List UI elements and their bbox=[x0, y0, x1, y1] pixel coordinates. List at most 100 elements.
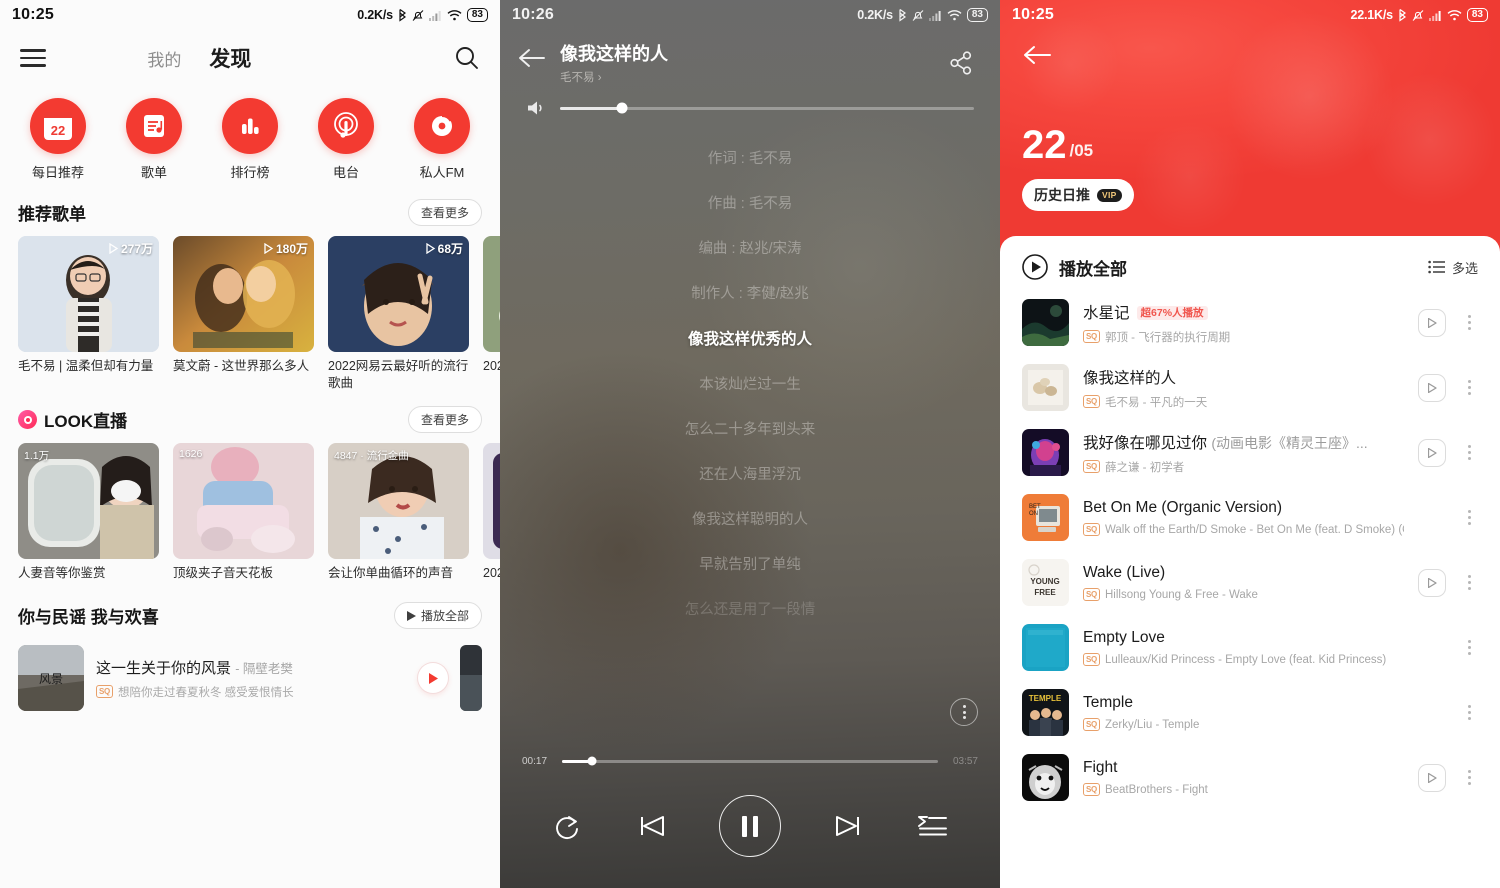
view-more-button[interactable]: 查看更多 bbox=[407, 406, 482, 433]
previous-track-icon[interactable] bbox=[637, 811, 667, 841]
repeat-icon[interactable] bbox=[552, 810, 584, 842]
playlist-title: 2022流行歌曲 bbox=[483, 359, 500, 373]
song-more-options-icon[interactable] bbox=[1460, 445, 1478, 460]
song-list-item[interactable]: Fight SQ BeatBrothers - Fight bbox=[1000, 745, 1500, 810]
song-list-item[interactable]: BET ON Bet On Me (Organic Version) SQ Wal… bbox=[1000, 485, 1500, 550]
back-arrow-icon[interactable] bbox=[1000, 30, 1500, 66]
back-arrow-icon[interactable] bbox=[518, 40, 552, 68]
network-speed: 0.2K/s bbox=[357, 8, 393, 22]
lyric-line: 像我这样聪明的人 bbox=[692, 512, 808, 528]
lyrics-panel[interactable]: 作词 : 毛不易 作曲 : 毛不易 编曲 : 赵兆/宋涛 制作人 : 李健/赵兆… bbox=[500, 117, 1000, 619]
multi-select-button[interactable]: 多选 bbox=[1428, 258, 1478, 277]
player-controls bbox=[500, 795, 1000, 857]
playlist-title: 2022网易云最好听的流行歌曲 bbox=[328, 359, 469, 390]
wifi-icon bbox=[1447, 9, 1462, 21]
album-art: TEMPLE bbox=[1022, 689, 1069, 736]
song-list-item[interactable]: Empty Love SQ Lulleaux/Kid Princess - Em… bbox=[1000, 615, 1500, 680]
playlist-card-row[interactable]: 277万 毛不易 | 温柔但却有力量 180万 莫文蔚 - 这世界那么多人 68… bbox=[0, 236, 500, 392]
next-track-icon[interactable] bbox=[833, 811, 863, 841]
song-more-options-icon[interactable] bbox=[1460, 575, 1478, 590]
total-time: 03:57 bbox=[952, 756, 978, 767]
battery-indicator: 83 bbox=[1466, 8, 1488, 22]
progress-knob[interactable] bbox=[587, 756, 597, 766]
view-more-button[interactable]: 查看更多 bbox=[407, 199, 482, 226]
song-title-text: 像我这样的人 bbox=[1083, 369, 1177, 387]
shortcut-rankings[interactable]: 排行榜 bbox=[210, 98, 290, 181]
share-icon[interactable] bbox=[948, 40, 978, 76]
song-list-item[interactable]: 像我这样的人 SQ 毛不易 - 平凡的一天 bbox=[1000, 355, 1500, 420]
lyric-line: 本该灿烂过一生 bbox=[699, 377, 801, 393]
song-play-button[interactable] bbox=[1418, 763, 1446, 792]
song-meta: Fight SQ BeatBrothers - Fight bbox=[1083, 759, 1404, 796]
song-title-text: Empty Love bbox=[1083, 629, 1165, 646]
album-art: YOUNG FREE bbox=[1022, 559, 1069, 606]
shortcut-label: 排行榜 bbox=[230, 165, 270, 180]
song-list-item[interactable]: 我好像在哪见过你 (动画电影《精灵王座》... SQ 薛之谦 - 初学者 bbox=[1000, 420, 1500, 485]
song-subtitle-text: 想陪你走过春夏秋冬 感受爱恨情长 bbox=[117, 686, 294, 699]
radio-icon bbox=[318, 98, 374, 154]
volume-slider[interactable] bbox=[560, 102, 974, 114]
song-list-item[interactable]: TEMPLE Temple SQ Zerky/Liu - Temple bbox=[1000, 680, 1500, 745]
playlist-card[interactable]: 2022流行歌曲 bbox=[483, 236, 500, 392]
volume-knob[interactable] bbox=[616, 102, 628, 114]
live-card[interactable]: 1.1万 人妻音等你鉴赏 bbox=[18, 443, 159, 582]
song-play-button[interactable] bbox=[1418, 438, 1446, 467]
volume-control[interactable] bbox=[500, 85, 1000, 117]
song-play-button[interactable] bbox=[1418, 373, 1446, 402]
shortcut-playlist[interactable]: 歌单 bbox=[114, 98, 194, 181]
album-art: BET ON bbox=[1022, 494, 1069, 541]
sq-badge: SQ bbox=[96, 685, 113, 698]
song-play-button[interactable] bbox=[1418, 308, 1446, 337]
playlist-icon bbox=[126, 98, 182, 154]
multi-select-label: 多选 bbox=[1451, 260, 1478, 276]
song-more-options-icon[interactable] bbox=[1460, 380, 1478, 395]
live-card[interactable]: 4847 · 流行金曲 会让你单曲循环的声音 bbox=[328, 443, 469, 582]
shortcut-private-fm[interactable]: 私人FM bbox=[402, 98, 482, 181]
folk-song-row[interactable]: 风景 这一生关于你的风景 - 隔壁老樊 SQ 想陪你走过春夏秋冬 感受爱恨情长 bbox=[0, 639, 500, 711]
tab-discover[interactable]: 发现 bbox=[209, 43, 251, 73]
now-playing-artist[interactable]: 毛不易 › bbox=[560, 69, 948, 85]
status-bar: 10:25 22.1K/s 83 bbox=[1000, 0, 1500, 30]
song-artist-text: 薛之谦 - 初学者 bbox=[1104, 461, 1185, 474]
song-more-options-icon[interactable] bbox=[1460, 640, 1478, 655]
song-title-text: Temple bbox=[1083, 694, 1133, 711]
play-all-button[interactable]: 播放全部 bbox=[1022, 254, 1127, 280]
song-title: Fight bbox=[1083, 759, 1404, 777]
song-list-item[interactable]: 水星记 超67%人播放 SQ 郭顶 - 飞行器的执行周期 bbox=[1000, 290, 1500, 355]
live-card[interactable]: 1626 顶级夹子音天花板 bbox=[173, 443, 314, 582]
bar-chart-icon bbox=[222, 98, 278, 154]
bluetooth-icon bbox=[898, 8, 907, 22]
song-more-options-icon[interactable] bbox=[1460, 510, 1478, 525]
playlist-cover: 180万 bbox=[173, 236, 314, 352]
playlist-card[interactable]: 68万 2022网易云最好听的流行歌曲 bbox=[328, 236, 469, 392]
song-play-button[interactable] bbox=[1418, 568, 1446, 597]
song-play-button[interactable] bbox=[418, 663, 448, 693]
song-title: Bet On Me (Organic Version) bbox=[1083, 499, 1404, 517]
tab-mine[interactable]: 我的 bbox=[147, 46, 181, 71]
song-more-options-icon[interactable] bbox=[1460, 770, 1478, 785]
shortcut-radio[interactable]: 电台 bbox=[306, 98, 386, 181]
more-options-icon[interactable] bbox=[950, 698, 978, 726]
date-day: 22 bbox=[1022, 123, 1067, 167]
volume-icon[interactable] bbox=[526, 99, 546, 117]
three-panel-screenshot: 10:25 0.2K/s 83 我的 发现 22 每日推荐 歌单 排行榜 电台 … bbox=[0, 0, 1500, 888]
search-icon[interactable] bbox=[454, 45, 480, 71]
song-more-options-icon[interactable] bbox=[1460, 315, 1478, 330]
pause-icon[interactable] bbox=[718, 795, 781, 857]
playlist-card[interactable]: 180万 莫文蔚 - 这世界那么多人 bbox=[173, 236, 314, 392]
song-list-item[interactable]: YOUNG FREE Wake (Live) SQ Hillsong Young … bbox=[1000, 550, 1500, 615]
play-all-button[interactable]: 播放全部 bbox=[393, 602, 482, 629]
battery-indicator: 83 bbox=[966, 8, 988, 22]
hamburger-menu-icon[interactable] bbox=[20, 44, 46, 71]
playlist-queue-icon[interactable] bbox=[916, 812, 948, 840]
playlist-card[interactable]: 277万 毛不易 | 温柔但却有力量 bbox=[18, 236, 159, 392]
live-card-row[interactable]: 1.1万 人妻音等你鉴赏 1626 顶级夹子音天花板 4847 · 流行金曲 会… bbox=[0, 443, 500, 582]
shortcut-daily-recommend[interactable]: 22 每日推荐 bbox=[18, 98, 98, 181]
badge-label: 历史日推 bbox=[1034, 187, 1090, 203]
progress-slider[interactable] bbox=[562, 756, 938, 766]
playback-progress[interactable]: 00:17 03:57 bbox=[500, 756, 1000, 767]
history-daily-badge[interactable]: 历史日推 VIP bbox=[1022, 179, 1134, 211]
live-card[interactable]: 2022 播间 bbox=[483, 443, 500, 582]
folk-section-header: 你与民谣 我与欢喜 播放全部 bbox=[0, 582, 500, 639]
song-more-options-icon[interactable] bbox=[1460, 705, 1478, 720]
